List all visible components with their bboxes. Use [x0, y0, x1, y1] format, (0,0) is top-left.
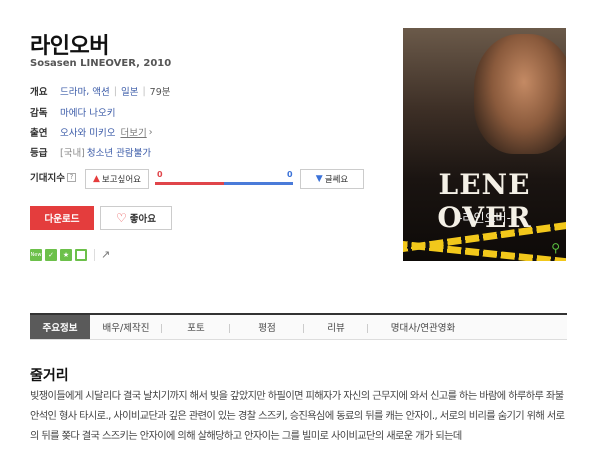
- square-badge-icon: [75, 248, 87, 261]
- runtime: 79분: [149, 87, 171, 98]
- check-badge-icon: ✓: [45, 248, 57, 261]
- info-rating-row: 등급 [국내] 청소년 관람불가: [30, 144, 151, 160]
- download-button[interactable]: 다운로드: [30, 206, 94, 230]
- want-to-see-label: 보고싶어요: [101, 175, 142, 185]
- help-icon[interactable]: ?: [66, 172, 76, 182]
- movie-poster[interactable]: LENE OVER -라인오버- ⚲: [403, 28, 566, 261]
- synopsis-text: 빚쟁이들에게 시달리다 결국 날치기까지 해서 빚을 갚았지만 하필이면 피해자…: [30, 391, 565, 442]
- tab-label: 리뷰: [327, 323, 345, 334]
- tab-quotes-related[interactable]: 명대사/연관영화: [368, 315, 478, 339]
- info-overview-row: 개요 드라마, 액션 | 일본 | 79분: [30, 83, 171, 99]
- movie-original-title: Sosasen LINEOVER, 2010: [30, 58, 172, 69]
- divider: [94, 248, 95, 261]
- tab-label: 평점: [258, 323, 276, 334]
- cast-more-link[interactable]: 더보기: [120, 125, 146, 139]
- director-link[interactable]: 마에다 나오키: [60, 105, 115, 119]
- magnifier-icon[interactable]: ⚲: [551, 241, 560, 255]
- rating-label: 등급: [30, 148, 48, 159]
- tab-photo[interactable]: 포토: [162, 315, 230, 339]
- tab-label: 배우/제작진: [102, 323, 150, 334]
- cast-link[interactable]: 오사와 미키오: [60, 125, 115, 139]
- tab-review[interactable]: 리뷰: [304, 315, 368, 339]
- poster-face-image: [474, 34, 566, 154]
- tab-main-info[interactable]: 주요정보: [30, 315, 90, 339]
- poster-tape: [403, 240, 566, 261]
- expectation-bar: [155, 182, 293, 185]
- tab-bar: 주요정보 배우/제작진 포토 평점 리뷰 명대사/연관영화: [30, 313, 567, 340]
- chevron-right-icon: ›: [148, 126, 153, 138]
- tab-rating[interactable]: 평점: [230, 315, 304, 339]
- info-cast-row: 출연 오사와 미키오 더보기 ›: [30, 124, 153, 140]
- expectation-label-group: 기대지수 ?: [30, 170, 76, 184]
- expectation-label: 기대지수: [30, 173, 65, 184]
- rating-prefix: [국내]: [60, 148, 85, 159]
- like-button[interactable]: ♡ 좋아요: [100, 206, 172, 230]
- expectation-bar-want: [155, 182, 224, 185]
- genre-link-drama[interactable]: 드라마: [60, 84, 86, 98]
- tab-label: 포토: [187, 323, 205, 334]
- cast-label: 출연: [30, 128, 48, 139]
- director-label: 감독: [30, 108, 48, 119]
- nowant-count: 0: [287, 170, 293, 179]
- not-sure-button[interactable]: ▼ 글쎄요: [300, 169, 364, 189]
- genre-link-action[interactable]: 액션: [92, 84, 109, 98]
- star-badge-icon: ★: [60, 248, 72, 261]
- new-badge-icon: New: [30, 248, 42, 261]
- divider: |: [113, 85, 117, 97]
- thumbs-down-icon: ▼: [315, 174, 323, 184]
- divider: |: [142, 85, 146, 97]
- heart-icon: ♡: [116, 211, 127, 225]
- tab-cast-crew[interactable]: 배우/제작진: [90, 315, 162, 339]
- service-badges: New ✓ ★ ↗: [30, 248, 110, 261]
- not-sure-label: 글쎄요: [324, 175, 349, 185]
- overview-label: 개요: [30, 87, 48, 98]
- expectation-bar-nowant: [224, 182, 293, 185]
- want-count: 0: [157, 170, 163, 179]
- like-label: 좋아요: [129, 214, 156, 225]
- share-icon[interactable]: ↗: [101, 248, 110, 261]
- thumbs-up-icon: ▲: [92, 174, 100, 184]
- want-to-see-button[interactable]: ▲ 보고싶어요: [85, 169, 149, 189]
- synopsis-heading: 줄거리: [30, 368, 69, 384]
- rating-link[interactable]: 청소년 관람불가: [87, 145, 151, 159]
- movie-title: 라인오버: [30, 34, 109, 59]
- info-director-row: 감독 마에다 나오키: [30, 104, 115, 120]
- poster-subtitle: -라인오버-: [458, 211, 511, 225]
- country-link[interactable]: 일본: [121, 84, 138, 98]
